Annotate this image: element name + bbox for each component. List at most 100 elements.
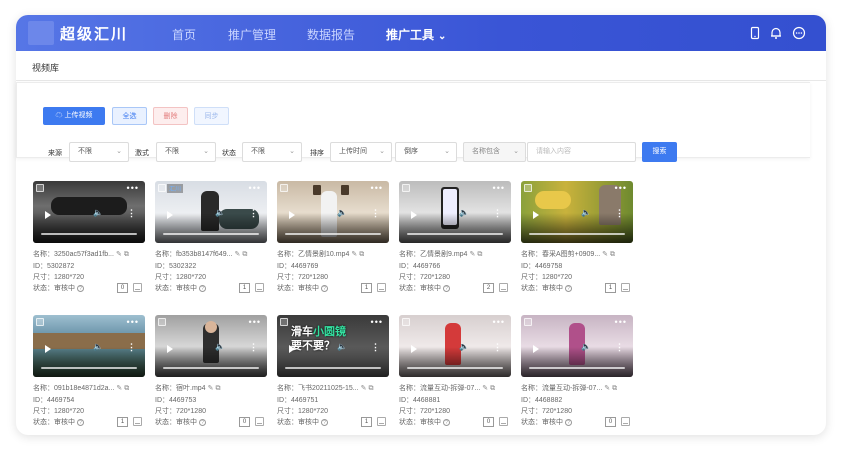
status-select[interactable]: 不限 ⌄ [242, 142, 302, 162]
copy-icon[interactable]: ⧉ [477, 251, 482, 258]
more-dots-icon[interactable]: ••• [615, 183, 627, 193]
video-thumbnail[interactable]: ••• 🔈 ⋮ [521, 181, 633, 243]
search-button[interactable]: 搜索 [642, 142, 677, 162]
help-icon[interactable]: ? [199, 419, 206, 426]
more-dots-icon[interactable]: ••• [493, 317, 505, 327]
play-icon[interactable] [289, 345, 295, 353]
volume-icon[interactable]: 🔈 [459, 208, 469, 217]
more-dots-icon[interactable]: ••• [371, 317, 383, 327]
kebab-menu-icon[interactable]: ⋮ [371, 342, 380, 353]
help-icon[interactable]: ? [321, 419, 328, 426]
progress-bar[interactable] [529, 233, 625, 235]
select-checkbox[interactable] [524, 318, 532, 326]
more-dots-icon[interactable]: ••• [127, 183, 139, 193]
kebab-menu-icon[interactable]: ⋮ [615, 342, 624, 353]
more-dots-icon[interactable]: ••• [371, 183, 383, 193]
help-icon[interactable]: ? [199, 285, 206, 292]
nav-data-report[interactable]: 数据报告 [307, 26, 355, 43]
download-icon[interactable] [621, 283, 630, 292]
download-icon[interactable] [377, 417, 386, 426]
volume-icon[interactable]: 🔈 [93, 342, 103, 351]
select-checkbox[interactable] [36, 318, 44, 326]
volume-icon[interactable]: 🔈 [215, 342, 225, 351]
video-card[interactable]: ••• 🔈 ⋮ 名称：乙情景剧10.mp4 ✎ ⧉ ID：4469769 尺寸：72… [277, 181, 389, 301]
sort-field-select[interactable]: 上传时间 ⌄ [330, 142, 392, 162]
download-icon[interactable] [377, 283, 386, 292]
video-thumbnail[interactable]: ••• 🔈 ⋮ [33, 181, 145, 243]
play-icon[interactable] [411, 211, 417, 219]
copy-icon[interactable]: ⧉ [610, 251, 615, 258]
help-icon[interactable]: ? [77, 419, 84, 426]
kebab-menu-icon[interactable]: ⋮ [127, 208, 136, 219]
play-icon[interactable] [167, 211, 173, 219]
select-all-button[interactable]: 全选 [112, 107, 147, 125]
sync-button[interactable]: 同步 [194, 107, 229, 125]
video-thumbnail[interactable]: ••• 🔈 ⋮ [521, 315, 633, 377]
copy-icon[interactable]: ⧉ [359, 251, 364, 258]
play-icon[interactable] [45, 345, 51, 353]
edit-icon[interactable]: ✎ [602, 251, 608, 258]
help-icon[interactable]: ? [77, 285, 84, 292]
select-checkbox[interactable] [158, 318, 166, 326]
download-icon[interactable] [621, 417, 630, 426]
select-checkbox[interactable] [36, 184, 44, 192]
video-thumbnail[interactable]: 滑车小圆镜 要不要？ ••• 🔈 ⋮ [277, 315, 389, 377]
play-icon[interactable] [167, 345, 173, 353]
video-thumbnail[interactable]: ••• 🔈 ⋮ [277, 181, 389, 243]
delete-button[interactable]: 删除 [153, 107, 188, 125]
name-match-select[interactable]: 名称包含 ⌄ [463, 142, 526, 162]
select-checkbox[interactable] [158, 184, 166, 192]
download-icon[interactable] [133, 283, 142, 292]
progress-bar[interactable] [285, 233, 381, 235]
help-icon[interactable]: ? [565, 285, 572, 292]
more-circle-icon[interactable] [792, 26, 806, 40]
select-checkbox[interactable] [402, 318, 410, 326]
help-icon[interactable]: ? [443, 419, 450, 426]
edit-icon[interactable]: ✎ [208, 385, 214, 392]
edit-icon[interactable]: ✎ [604, 385, 610, 392]
play-icon[interactable] [45, 211, 51, 219]
select-checkbox[interactable] [524, 184, 532, 192]
progress-bar[interactable] [163, 233, 259, 235]
video-card[interactable]: ••• 🔈 ⋮ 名称：宿叶.mp4 ✎ ⧉ ID：4469753 尺寸：720*12… [155, 315, 267, 435]
play-icon[interactable] [411, 345, 417, 353]
copy-icon[interactable]: ⧉ [124, 385, 129, 392]
kebab-menu-icon[interactable]: ⋮ [371, 208, 380, 219]
nav-home[interactable]: 首页 [172, 26, 196, 43]
help-icon[interactable]: ? [565, 419, 572, 426]
edit-icon[interactable]: ✎ [116, 385, 122, 392]
phone-icon[interactable] [748, 26, 762, 40]
progress-bar[interactable] [407, 367, 503, 369]
copy-select[interactable]: 不限 ⌄ [156, 142, 216, 162]
video-card[interactable]: 汇川 ••• 🔈 ⋮ 名称：fb353b8147f649... ✎ ⧉ ID：530… [155, 181, 267, 301]
kebab-menu-icon[interactable]: ⋮ [249, 342, 258, 353]
volume-icon[interactable]: 🔈 [337, 208, 347, 217]
select-checkbox[interactable] [280, 318, 288, 326]
copy-icon[interactable]: ⧉ [368, 385, 373, 392]
nav-promotion-management[interactable]: 推广管理 [228, 26, 276, 43]
progress-bar[interactable] [41, 233, 137, 235]
nav-promotion-tools[interactable]: 推广工具 ⌄ [386, 26, 446, 43]
video-card[interactable]: ••• 🔈 ⋮ 名称：春采A图剪+0909... ✎ ⧉ ID：4469758 尺寸… [521, 181, 633, 301]
download-icon[interactable] [255, 283, 264, 292]
progress-bar[interactable] [41, 367, 137, 369]
volume-icon[interactable]: 🔈 [215, 208, 225, 217]
kebab-menu-icon[interactable]: ⋮ [493, 342, 502, 353]
video-thumbnail[interactable]: 汇川 ••• 🔈 ⋮ [155, 181, 267, 243]
copy-icon[interactable]: ⧉ [612, 385, 617, 392]
edit-icon[interactable]: ✎ [351, 251, 357, 258]
video-thumbnail[interactable]: ••• 🔈 ⋮ [399, 315, 511, 377]
progress-bar[interactable] [285, 367, 381, 369]
kebab-menu-icon[interactable]: ⋮ [249, 208, 258, 219]
download-icon[interactable] [255, 417, 264, 426]
copy-icon[interactable]: ⧉ [124, 251, 129, 258]
help-icon[interactable]: ? [321, 285, 328, 292]
play-icon[interactable] [533, 211, 539, 219]
play-icon[interactable] [289, 211, 295, 219]
more-dots-icon[interactable]: ••• [249, 317, 261, 327]
kebab-menu-icon[interactable]: ⋮ [615, 208, 624, 219]
sort-order-select[interactable]: 倒序 ⌄ [395, 142, 457, 162]
video-thumbnail[interactable]: ••• 🔈 ⋮ [155, 315, 267, 377]
help-icon[interactable]: ? [443, 285, 450, 292]
edit-icon[interactable]: ✎ [234, 251, 240, 258]
